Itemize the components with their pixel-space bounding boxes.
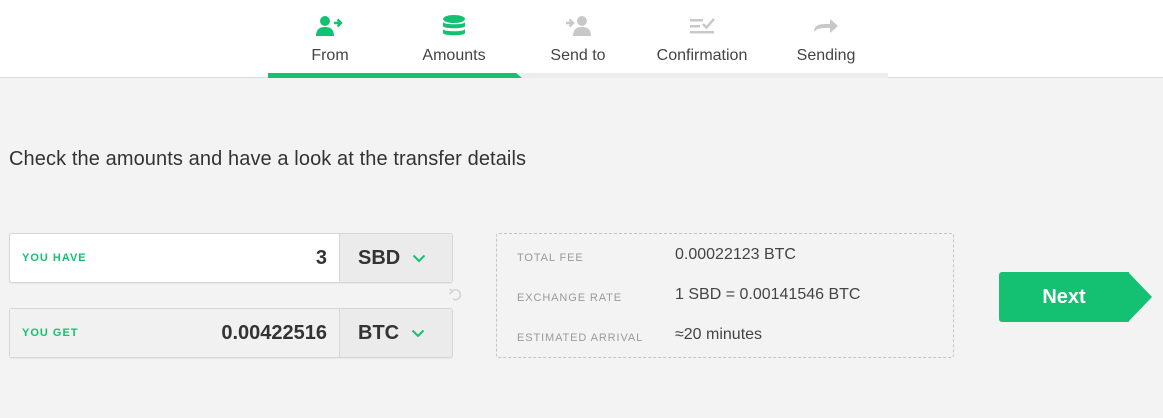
- you-have-amount-input[interactable]: 3: [210, 234, 339, 282]
- user-receive-icon: [566, 16, 591, 36]
- you-have-currency-value: SBD: [358, 246, 401, 269]
- stepper-header: From Amounts Send to Confirmation Sendin…: [0, 0, 1163, 78]
- step-progress-fill: [268, 73, 516, 78]
- you-have-field[interactable]: YOU HAVE 3 SBD: [9, 233, 453, 283]
- step-amounts-label: Amounts: [422, 47, 486, 64]
- exchange-rate-row: EXCHANGE RATE 1 SBD = 0.00141546 BTC: [517, 284, 943, 306]
- exchange-rate-label: EXCHANGE RATE: [517, 292, 623, 304]
- next-button-arrow[interactable]: [1128, 272, 1152, 322]
- step-sending[interactable]: Sending: [764, 0, 888, 78]
- estimated-arrival-value: ≈20 minutes: [675, 326, 763, 343]
- page-headline: Check the amounts and have a look at the…: [9, 148, 527, 170]
- step-amounts[interactable]: Amounts: [392, 0, 516, 78]
- you-get-currency-value: BTC: [358, 321, 400, 344]
- total-fee-value: 0.00022123 BTC: [675, 246, 796, 263]
- transfer-details-panel: TOTAL FEE 0.00022123 BTC EXCHANGE RATE 1…: [496, 233, 954, 358]
- step-send-to[interactable]: Send to: [516, 0, 640, 78]
- you-get-currency-select[interactable]: BTC: [339, 309, 452, 357]
- stepper: From Amounts Send to Confirmation Sendin…: [268, 0, 888, 78]
- step-sending-label: Sending: [796, 47, 856, 64]
- step-confirmation[interactable]: Confirmation: [640, 0, 764, 78]
- step-from[interactable]: From: [268, 0, 392, 78]
- you-have-label: YOU HAVE: [22, 252, 87, 264]
- you-get-amount-value: 0.00422516: [210, 309, 339, 357]
- you-get-label: YOU GET: [10, 309, 210, 357]
- total-fee-label: TOTAL FEE: [517, 252, 584, 264]
- total-fee-row: TOTAL FEE 0.00022123 BTC: [517, 244, 943, 266]
- swap-icon[interactable]: [448, 287, 462, 301]
- list-check-icon: [690, 18, 715, 34]
- step-send-to-label: Send to: [550, 47, 606, 64]
- chevron-down-icon: [411, 329, 425, 337]
- step-confirmation-label: Confirmation: [656, 47, 748, 64]
- step-from-label: From: [311, 47, 349, 64]
- you-have-currency-select[interactable]: SBD: [339, 234, 452, 282]
- you-get-field[interactable]: YOU GET 0.00422516 BTC: [9, 308, 453, 358]
- step-progress-bar: [268, 73, 888, 78]
- user-transfer-icon: [316, 16, 343, 36]
- estimated-arrival-row: ESTIMATED ARRIVAL ≈20 minutes: [517, 324, 943, 346]
- arrow-right-icon: [814, 19, 838, 33]
- exchange-rate-value: 1 SBD = 0.00141546 BTC: [675, 286, 861, 303]
- step-progress-tip: [516, 73, 522, 78]
- next-button[interactable]: Next: [999, 272, 1129, 322]
- coin-stack-icon: [443, 15, 465, 36]
- chevron-down-icon: [413, 254, 426, 262]
- estimated-arrival-label: ESTIMATED ARRIVAL: [517, 332, 644, 344]
